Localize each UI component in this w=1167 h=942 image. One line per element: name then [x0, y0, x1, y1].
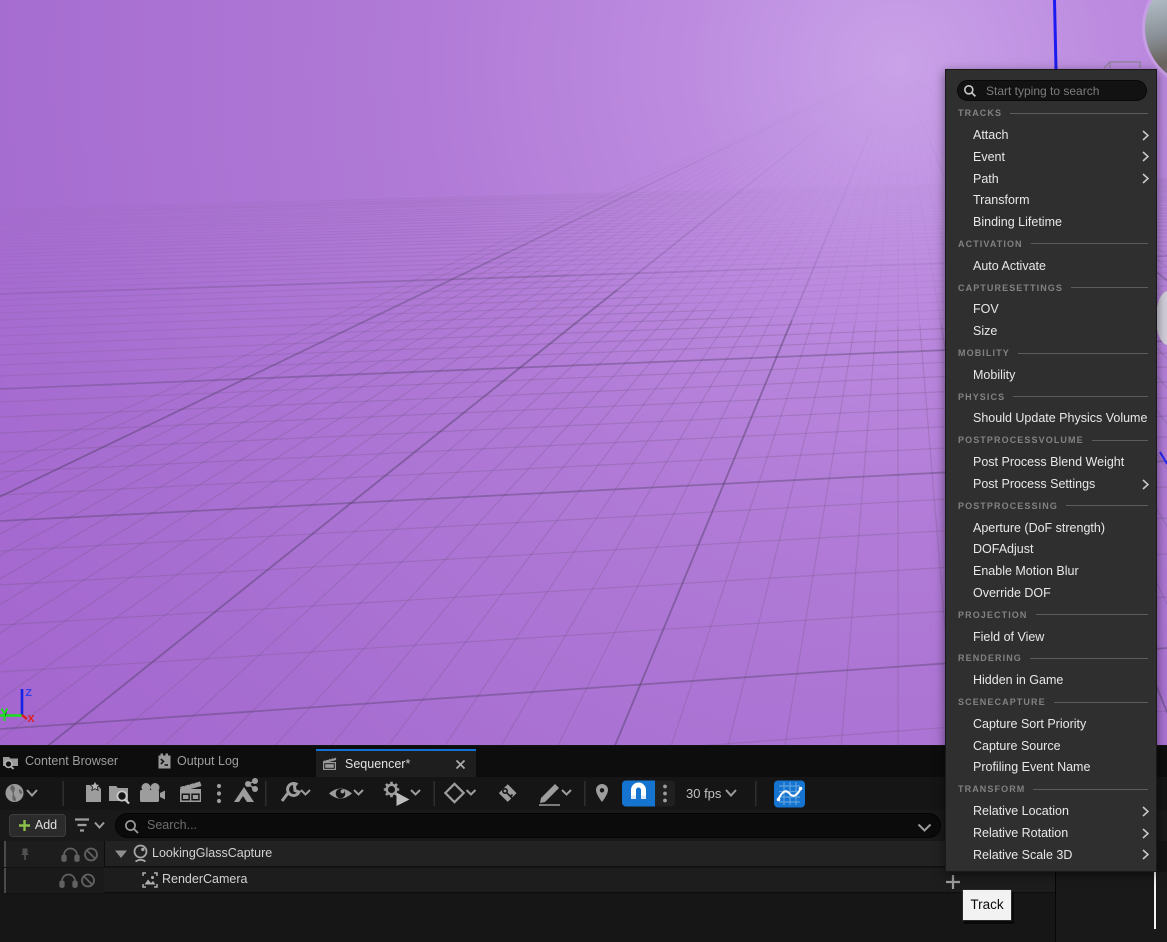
svg-text:Z: Z — [26, 687, 33, 699]
svg-text:X: X — [28, 713, 35, 725]
svg-text:30 fps: 30 fps — [686, 786, 722, 801]
